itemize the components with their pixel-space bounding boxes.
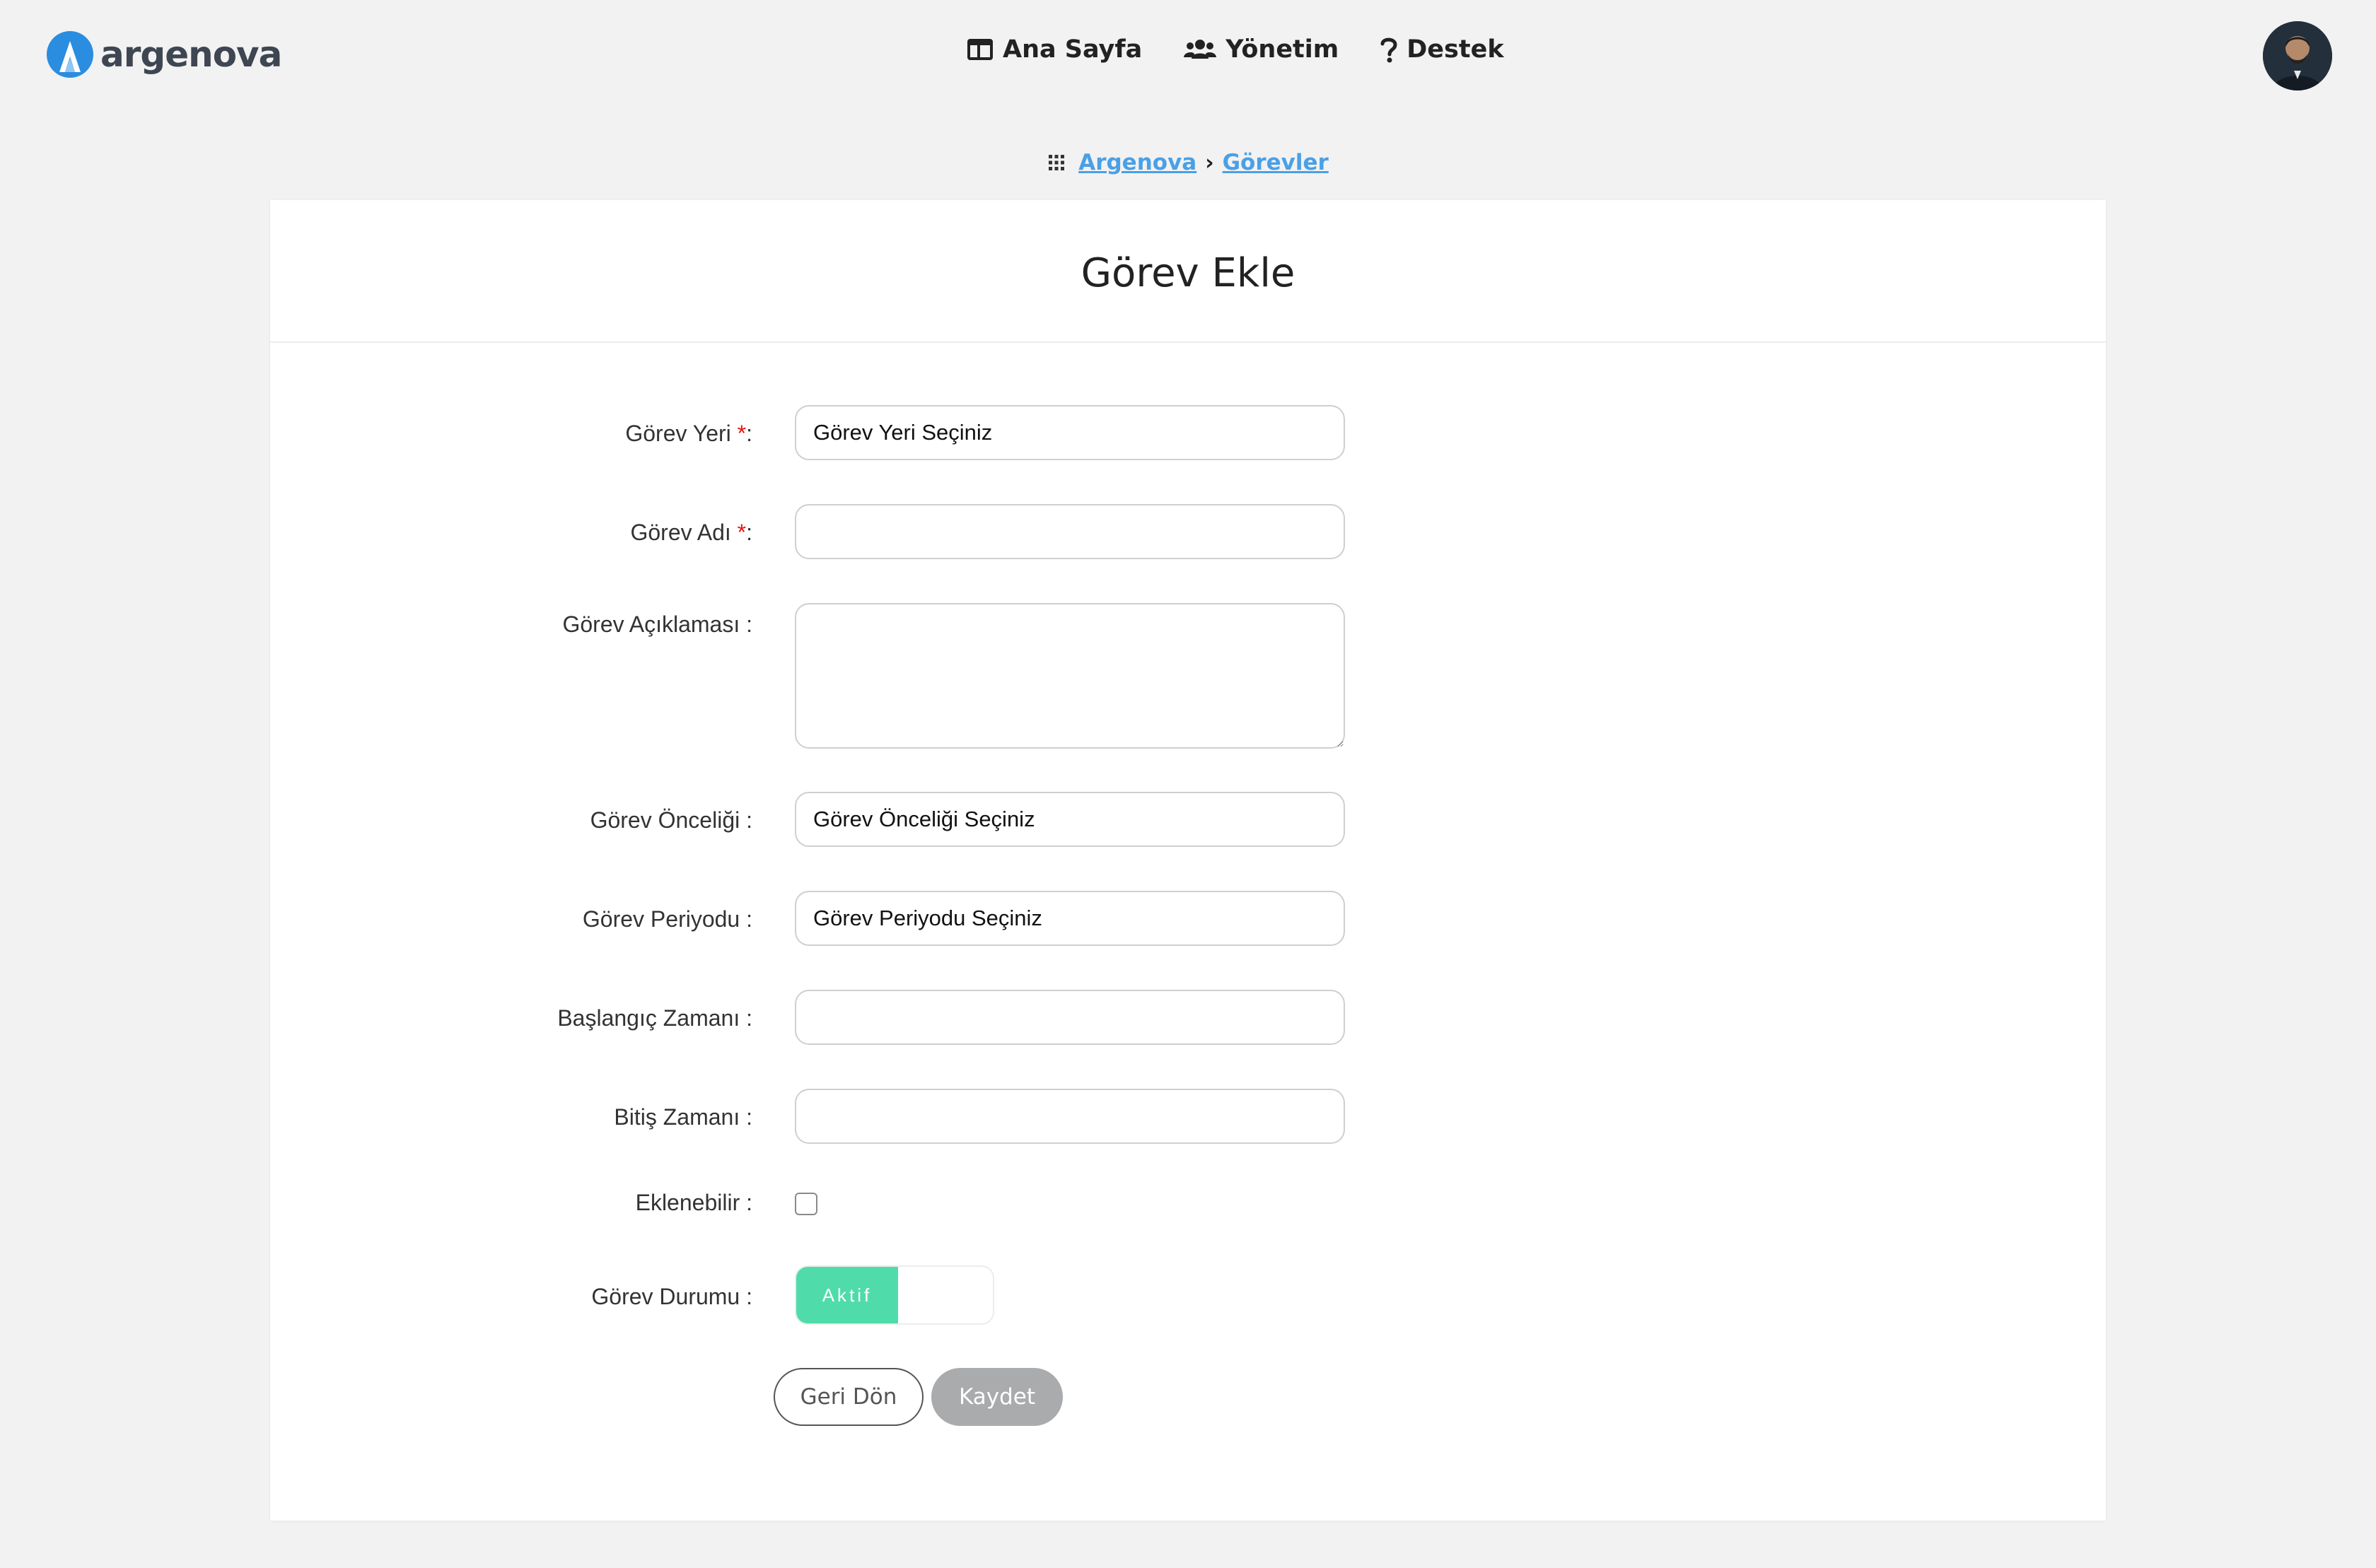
task-priority-label: Görev Önceliği :: [590, 807, 752, 833]
user-photo-icon: [2263, 21, 2332, 90]
back-button[interactable]: Geri Dön: [774, 1368, 924, 1426]
task-location-label: Görev Yeri *:: [625, 421, 752, 446]
task-name-input[interactable]: [795, 504, 1345, 559]
breadcrumb-separator: ›: [1205, 150, 1214, 175]
task-name-label: Görev Adı *:: [630, 520, 752, 545]
task-description-label: Görev Açıklaması :: [562, 612, 752, 637]
nav-support-label: Destek: [1407, 35, 1504, 64]
users-icon: [1183, 35, 1217, 64]
layout-icon: [966, 35, 994, 64]
start-time-input[interactable]: [795, 990, 1345, 1045]
task-status-label: Görev Durumu :: [591, 1284, 752, 1309]
nav-home[interactable]: Ana Sayfa: [966, 35, 1142, 64]
start-time-label: Başlangıç Zamanı :: [557, 1005, 752, 1031]
argenova-logo-icon: [47, 31, 93, 78]
required-mark: *: [737, 421, 747, 446]
task-description-textarea[interactable]: [795, 603, 1345, 749]
breadcrumb-link-argenova[interactable]: Argenova: [1078, 150, 1196, 175]
page-title: Görev Ekle: [1081, 250, 1295, 296]
task-location-select[interactable]: Görev Yeri Seçiniz: [795, 405, 1345, 460]
nav-management[interactable]: Yönetim: [1183, 35, 1339, 64]
task-status-on-label: Aktif: [796, 1267, 898, 1323]
save-button[interactable]: Kaydet: [931, 1368, 1063, 1426]
question-icon: [1380, 35, 1398, 64]
task-priority-select[interactable]: Görev Önceliği Seçiniz: [795, 792, 1345, 847]
task-status-toggle[interactable]: Aktif: [795, 1265, 994, 1325]
task-form-card: Görev Ekle Görev Yeri *: Görev Yeri Seçi…: [270, 200, 2106, 1521]
brand-logo[interactable]: argenova: [45, 30, 282, 79]
nav-management-label: Yönetim: [1225, 35, 1339, 64]
breadcrumb: Argenova › Görevler: [0, 150, 2376, 175]
task-period-label: Görev Periyodu :: [582, 906, 752, 932]
main-nav: Ana Sayfa Yönetim Destek: [966, 35, 1504, 64]
task-period-select[interactable]: Görev Periyodu Seçiniz: [795, 891, 1345, 946]
addable-checkbox[interactable]: [795, 1193, 817, 1215]
end-time-input[interactable]: [795, 1089, 1345, 1144]
nav-support[interactable]: Destek: [1380, 35, 1504, 64]
card-header: Görev Ekle: [270, 200, 2106, 343]
breadcrumb-link-gorevler[interactable]: Görevler: [1223, 150, 1329, 175]
apps-grid-icon: [1049, 155, 1065, 170]
user-avatar[interactable]: [2263, 21, 2332, 90]
addable-label: Eklenebilir :: [635, 1190, 752, 1215]
required-mark: *: [737, 520, 747, 545]
end-time-label: Bitiş Zamanı :: [614, 1104, 752, 1130]
brand-name: argenova: [100, 34, 282, 75]
nav-home-label: Ana Sayfa: [1003, 35, 1143, 64]
